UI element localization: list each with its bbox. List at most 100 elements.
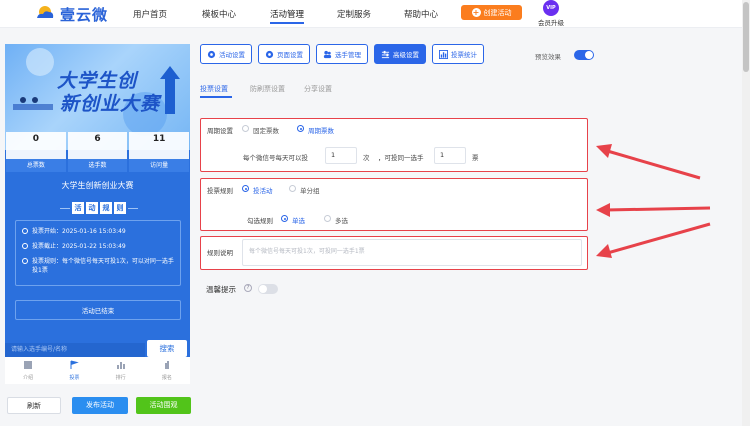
stat-players: 6 选手数 xyxy=(67,132,128,172)
preview-effect-label: 预览效果 xyxy=(535,53,561,61)
vote-statistics-button[interactable]: 投票统计 xyxy=(432,44,484,64)
preview-activity-title: 大学生创新创业大赛 xyxy=(61,181,134,190)
player-manage-button[interactable]: 选手管理 xyxy=(316,44,368,64)
activity-watch-button[interactable]: 活动围观 xyxy=(136,397,191,414)
option-single-group[interactable]: 单分组 xyxy=(300,185,320,195)
rule-start: 投票开始：2025-01-16 15:03:49 xyxy=(22,227,174,236)
tip-toggle[interactable] xyxy=(258,284,278,294)
rule-text: 投票截止：2025-01-22 15:03:49 xyxy=(32,243,126,250)
help-icon[interactable]: ? xyxy=(244,284,252,292)
activity-ended-button[interactable]: 活动已结束 xyxy=(15,300,181,320)
check-rule-label: 勾选规则 xyxy=(247,217,273,225)
unit-times-label: 次 xyxy=(363,154,370,162)
sliders-icon xyxy=(381,50,390,58)
flag-icon xyxy=(70,360,80,369)
tab-signup[interactable]: 报名 xyxy=(144,357,190,384)
radio-single-group[interactable] xyxy=(289,185,296,192)
option-multi-select[interactable]: 多选 xyxy=(335,215,348,225)
divider xyxy=(60,207,70,209)
vip-upgrade[interactable]: VIP 会员升级 xyxy=(533,0,569,27)
per-day-votes-input[interactable]: 1 xyxy=(325,147,357,164)
rule-heading-char: 规 xyxy=(100,202,112,214)
mobile-preview: 大学生创 新创业大赛 0 总票数 6 选手数 11 访问量 大学生创新创业大赛 … xyxy=(5,44,190,384)
nav-custom-service[interactable]: 定制服务 xyxy=(337,8,371,20)
create-activity-button[interactable]: + 创建活动 xyxy=(461,5,522,20)
vote-rule-panel: 投票规则 投活动 单分组 勾选规则 单选 多选 xyxy=(200,178,588,231)
radio-single-select[interactable] xyxy=(281,215,288,222)
clock-icon xyxy=(22,243,28,249)
nav-template-center[interactable]: 模板中心 xyxy=(202,8,236,20)
rule-description-label: 规则说明 xyxy=(207,249,233,257)
clock-icon xyxy=(22,228,28,234)
preview-effect-toggle[interactable] xyxy=(574,50,594,60)
nav-help-center[interactable]: 帮助中心 xyxy=(404,8,438,20)
brand-logo[interactable]: 壹云微 xyxy=(34,3,108,25)
divider xyxy=(128,207,138,209)
tab-ranking[interactable]: 排行 xyxy=(98,357,144,384)
nav-active-indicator xyxy=(270,22,304,24)
player-search-button[interactable]: 搜索 xyxy=(147,340,187,357)
tab-share-settings[interactable]: 分享设置 xyxy=(304,84,332,94)
rule-heading-char: 则 xyxy=(114,202,126,214)
tab-anti-cheat-settings[interactable]: 防刷票设置 xyxy=(250,84,285,94)
stat-value: 6 xyxy=(94,134,101,144)
option-single-select[interactable]: 单选 xyxy=(292,215,305,225)
cycle-settings-label: 周期设置 xyxy=(207,127,233,135)
rule-heading-char: 活 xyxy=(72,202,84,214)
tab-intro[interactable]: 介绍 xyxy=(5,357,51,384)
annotation-arrows xyxy=(596,144,711,258)
button-label: 高级设置 xyxy=(393,51,419,59)
stat-value: 0 xyxy=(32,134,39,144)
rule-description-textarea[interactable]: 每个微信号每天可投1次，可投同一选手1票 xyxy=(242,239,582,266)
info-icon xyxy=(22,258,28,264)
per-player-label: ，可投同一选手 xyxy=(378,154,424,162)
button-label: 活动设置 xyxy=(219,51,245,59)
player-search-input[interactable]: 请输入选手编号/名称 xyxy=(5,343,145,357)
radio-vote-activity[interactable] xyxy=(242,185,249,192)
tab-vote[interactable]: 投票 xyxy=(51,357,97,384)
option-vote-activity[interactable]: 投活动 xyxy=(253,185,273,195)
toggle-knob xyxy=(585,51,593,59)
radio-multi-select[interactable] xyxy=(324,215,331,222)
radio-cycle-votes[interactable] xyxy=(297,125,304,132)
option-cycle-votes[interactable]: 周期票数 xyxy=(308,125,334,135)
vote-rule-label: 投票规则 xyxy=(207,187,233,195)
activity-settings-button[interactable]: 活动设置 xyxy=(200,44,252,64)
button-label: 页面设置 xyxy=(277,51,303,59)
radio-fixed-votes[interactable] xyxy=(242,125,249,132)
cycle-settings-panel: 周期设置 固定票数 周期票数 每个微信号每天可以投 1 次 ，可投同一选手 1 … xyxy=(200,118,588,172)
scrollbar-thumb[interactable] xyxy=(743,2,749,72)
gear-icon xyxy=(265,50,274,58)
create-activity-label: 创建活动 xyxy=(483,8,512,17)
page-scrollbar[interactable] xyxy=(742,0,750,426)
option-fixed-votes[interactable]: 固定票数 xyxy=(253,125,279,135)
gear-icon xyxy=(207,50,216,58)
bar-chart-icon xyxy=(116,362,125,369)
nav-activity-manage[interactable]: 活动管理 xyxy=(270,8,304,20)
per-player-votes-input[interactable]: 1 xyxy=(434,147,466,164)
subtab-active-indicator xyxy=(200,96,232,98)
rule-text: 投票开始：2025-01-16 15:03:49 xyxy=(32,228,126,235)
rules-box: 投票开始：2025-01-16 15:03:49 投票截止：2025-01-22… xyxy=(15,220,181,286)
rule-text: 投票规则：每个微信号每天可投1次，可以对同一选手投1票 xyxy=(32,258,174,274)
tip-label: 温馨提示 xyxy=(206,285,236,294)
tab-vote-settings[interactable]: 投票设置 xyxy=(200,84,228,94)
page-settings-button[interactable]: 页面设置 xyxy=(258,44,310,64)
nav-user-home[interactable]: 用户首页 xyxy=(133,8,167,20)
tab-label: 报名 xyxy=(161,375,172,381)
publish-activity-button[interactable]: 发布活动 xyxy=(72,397,128,414)
hand-icon xyxy=(164,361,169,369)
stat-value: 11 xyxy=(152,134,166,144)
stat-label: 访问量 xyxy=(129,159,190,172)
tab-label: 投票 xyxy=(69,375,80,381)
advanced-settings-button[interactable]: 高级设置 xyxy=(374,44,426,64)
vip-label: 会员升级 xyxy=(538,19,564,27)
tab-label: 介绍 xyxy=(23,375,34,381)
per-day-label: 每个微信号每天可以投 xyxy=(243,154,308,162)
brand-name: 壹云微 xyxy=(60,5,109,24)
cloud-logo-icon xyxy=(34,3,56,25)
plus-icon: + xyxy=(471,8,481,17)
stats-row: 0 总票数 6 选手数 11 访问量 xyxy=(5,132,190,172)
rule-vote: 投票规则：每个微信号每天可投1次，可以对同一选手投1票 xyxy=(22,257,174,275)
refresh-button[interactable]: 刷新 xyxy=(7,397,61,414)
